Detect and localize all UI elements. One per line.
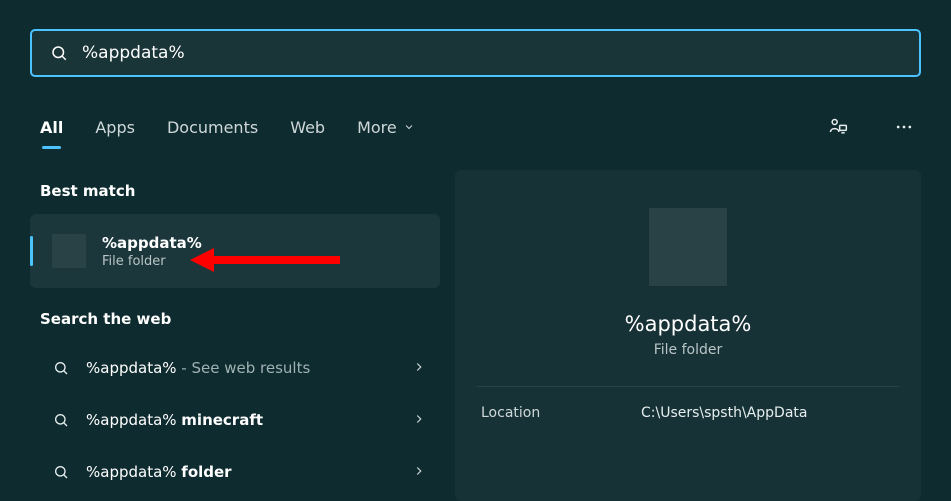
best-match-title: %appdata%	[102, 234, 202, 252]
selection-indicator	[30, 236, 33, 266]
best-match-heading: Best match	[40, 182, 430, 200]
best-match-result[interactable]: %appdata% File folder	[30, 214, 440, 288]
web-result-label: %appdata% - See web results	[86, 359, 412, 377]
chevron-down-icon	[403, 121, 415, 133]
tab-all[interactable]: All	[40, 118, 63, 137]
search-icon	[50, 44, 68, 62]
search-icon	[44, 412, 78, 428]
tab-apps[interactable]: Apps	[95, 118, 135, 137]
web-result-label: %appdata% folder	[86, 463, 412, 481]
search-web-heading: Search the web	[40, 310, 430, 328]
tab-label: Apps	[95, 118, 135, 137]
results-column: Best match %appdata% File folder Search …	[30, 170, 440, 498]
preview-row-key: Location	[481, 405, 641, 421]
account-devices-icon[interactable]	[821, 110, 855, 144]
chevron-right-icon	[412, 359, 426, 378]
tab-label: Web	[290, 118, 325, 137]
chevron-right-icon	[412, 411, 426, 430]
search-input[interactable]	[82, 43, 901, 63]
preview-row: Location C:\Users\spsth\AppData	[455, 387, 921, 439]
preview-row-value: C:\Users\spsth\AppData	[641, 405, 807, 421]
folder-icon	[52, 234, 86, 268]
web-result-label: %appdata% minecraft	[86, 411, 412, 429]
best-match-subtitle: File folder	[102, 254, 202, 269]
chevron-right-icon	[412, 463, 426, 482]
web-result[interactable]: %appdata% - See web results	[30, 342, 440, 394]
folder-icon	[649, 208, 727, 286]
filter-tabs: All Apps Documents Web More	[40, 110, 921, 144]
preview-title: %appdata%	[625, 312, 752, 336]
search-icon	[44, 360, 78, 376]
tab-label: Documents	[167, 118, 258, 137]
preview-subtitle: File folder	[654, 342, 723, 358]
tab-web[interactable]: Web	[290, 118, 325, 137]
preview-panel: %appdata% File folder Location C:\Users\…	[455, 170, 921, 501]
search-icon	[44, 464, 78, 480]
more-options-icon[interactable]	[887, 110, 921, 144]
tab-documents[interactable]: Documents	[167, 118, 258, 137]
web-result[interactable]: %appdata% minecraft	[30, 394, 440, 446]
tab-label: More	[357, 118, 397, 137]
web-result[interactable]: %appdata% folder	[30, 446, 440, 498]
tab-label: All	[40, 118, 63, 137]
tab-more[interactable]: More	[357, 118, 415, 137]
search-box[interactable]	[30, 29, 921, 77]
